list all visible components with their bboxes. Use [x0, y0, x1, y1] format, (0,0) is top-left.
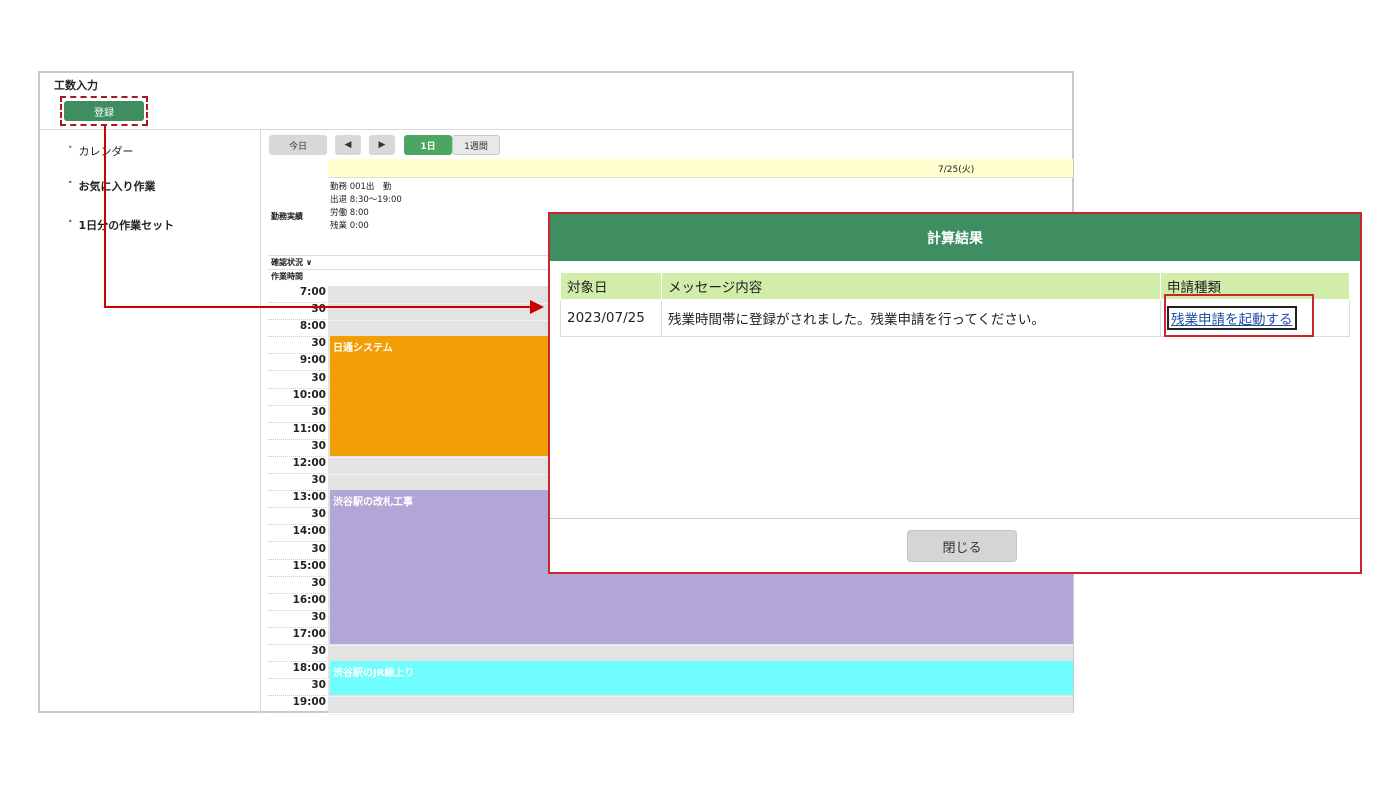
- sidebar-item-label: 1日分の作業セット: [78, 219, 175, 232]
- column-header: 対象日: [560, 272, 662, 300]
- time-label: 10:00: [268, 389, 326, 406]
- footer-divider: [550, 518, 1360, 519]
- sidebar-item-calendar[interactable]: ˅ カレンダー: [68, 143, 134, 159]
- time-label: 30: [268, 645, 326, 663]
- kinmu-line: 出退 8:30〜19:00: [330, 195, 402, 205]
- tab-day[interactable]: 1日: [404, 135, 452, 155]
- arrow-line: [104, 126, 106, 308]
- work-block[interactable]: 渋谷駅のJR線上り: [330, 661, 1073, 695]
- result-dialog: 計算結果 対象日 メッセージ内容 申請種類 2023/07/25 残業時間帯に登…: [548, 212, 1362, 574]
- today-button[interactable]: 今日: [269, 135, 327, 155]
- prev-button[interactable]: ◀: [335, 135, 361, 155]
- sidebar-item-label: カレンダー: [78, 145, 134, 158]
- sidebar-item-daily-set[interactable]: ˄ 1日分の作業セット: [68, 217, 174, 233]
- time-label: 16:00: [268, 594, 326, 611]
- kinmu-line: 勤務 001出 勤: [330, 182, 392, 192]
- kinmu-line: 労働 8:00: [330, 208, 369, 218]
- chevron-down-icon: ˅: [68, 146, 73, 156]
- date-label: 7/25(火): [938, 165, 975, 175]
- apply-link-box: 残業申請を起動する: [1167, 306, 1297, 330]
- grid-line: [328, 645, 1073, 647]
- time-label: 18:00: [268, 662, 326, 680]
- table-row: 2023/07/25 残業時間帯に登録がされました。残業申請を行ってください。 …: [560, 299, 1350, 337]
- time-label: 30: [268, 577, 326, 594]
- status-toggle[interactable]: 確認状況 ∨: [271, 257, 312, 268]
- time-label: 13:00: [268, 491, 326, 509]
- target-date: 2023/07/25: [560, 299, 662, 337]
- time-label: 30: [268, 474, 326, 492]
- close-button[interactable]: 閉じる: [907, 530, 1017, 562]
- time-label: 8:00: [268, 320, 326, 338]
- work-block-label: 日通システム: [333, 343, 393, 354]
- grid-line: [328, 696, 1073, 698]
- time-label: 30: [268, 440, 326, 457]
- grid-line: [328, 713, 1073, 715]
- table-header-row: 対象日 メッセージ内容 申請種類: [560, 272, 1350, 300]
- column-header: 申請種類: [1160, 272, 1350, 300]
- arrow-head-icon: [530, 300, 544, 314]
- next-button[interactable]: ▶: [369, 135, 395, 155]
- time-label: 30: [268, 406, 326, 423]
- sidebar: ˅ カレンダー ˄ お気に入り作業 ˄ 1日分の作業セット: [40, 130, 261, 713]
- time-label: 30: [268, 611, 326, 628]
- kinmu-line: 残業 0:00: [330, 221, 369, 231]
- time-label: 30: [268, 679, 326, 697]
- sidebar-item-favorites[interactable]: ˄ お気に入り作業: [68, 178, 156, 194]
- page-title: 工数入力: [54, 79, 98, 92]
- tab-week[interactable]: 1週間: [452, 135, 500, 155]
- result-table: 対象日 メッセージ内容 申請種類 2023/07/25 残業時間帯に登録がされま…: [560, 272, 1350, 337]
- time-label: 7:00: [268, 286, 326, 303]
- time-label: 30: [268, 372, 326, 389]
- time-label: 19:00: [268, 696, 326, 714]
- dialog-title: 計算結果: [550, 214, 1360, 261]
- time-label: 30: [268, 337, 326, 355]
- time-label: 17:00: [268, 628, 326, 645]
- kinmu-details: 勤務 001出 勤 出退 8:30〜19:00 労働 8:00 残業 0:00: [330, 181, 402, 233]
- time-label: 30: [268, 508, 326, 526]
- arrow-line: [104, 306, 532, 308]
- column-header: メッセージ内容: [661, 272, 1161, 300]
- time-label: 30: [268, 543, 326, 560]
- sidebar-item-label: お気に入り作業: [78, 180, 156, 193]
- work-block-label: 渋谷駅のJR線上り: [333, 668, 415, 679]
- time-label: 12:00: [268, 457, 326, 474]
- chevron-up-icon: ˄: [68, 220, 73, 230]
- time-label: 15:00: [268, 560, 326, 577]
- date-header: 7/25(火): [328, 159, 1073, 178]
- time-label: 9:00: [268, 354, 326, 372]
- message-text: 残業時間帯に登録がされました。残業申請を行ってください。: [661, 299, 1161, 337]
- chevron-up-icon: ˄: [68, 181, 73, 191]
- kinmu-label: 勤務実績: [271, 212, 303, 221]
- apply-cell: 残業申請を起動する: [1160, 299, 1350, 337]
- work-time-label: 作業時間: [271, 272, 303, 281]
- register-button[interactable]: 登録: [64, 101, 144, 121]
- time-label: 14:00: [268, 525, 326, 543]
- time-label: 11:00: [268, 423, 326, 440]
- overtime-apply-link[interactable]: 残業申請を起動する: [1171, 312, 1293, 328]
- work-block-label: 渋谷駅の改札工事: [333, 497, 413, 508]
